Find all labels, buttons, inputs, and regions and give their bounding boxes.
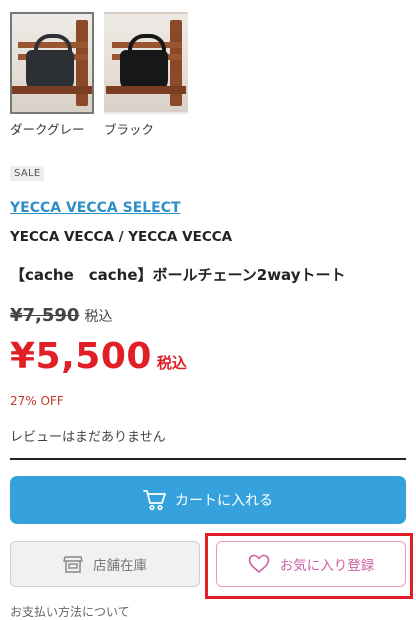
sale-badge: SALE bbox=[10, 166, 45, 181]
sale-price-value: ¥5,500 bbox=[10, 336, 152, 377]
swatch-dark-gray-label: ダークグレー bbox=[10, 122, 85, 137]
payment-info-link[interactable]: お支払い方法について bbox=[10, 603, 130, 620]
swatch-black[interactable]: ブラック bbox=[104, 12, 188, 138]
add-to-favorites-button[interactable]: お気に入り登録 bbox=[216, 541, 406, 587]
discount-label: 27% OFF bbox=[10, 394, 64, 408]
sale-price: ¥5,500 税込 bbox=[10, 336, 187, 377]
add-to-cart-label: カートに入れる bbox=[175, 493, 273, 509]
store-icon bbox=[63, 556, 83, 573]
color-swatches: ダークグレー ブラック bbox=[10, 12, 188, 138]
brand-link[interactable]: YECCA VECCA SELECT bbox=[10, 200, 181, 216]
sale-price-tax: 税込 bbox=[156, 354, 187, 372]
original-price-value: ¥7,590 bbox=[10, 305, 80, 326]
original-price: ¥7,590 税込 bbox=[10, 305, 112, 326]
swatch-dark-gray-image bbox=[10, 12, 94, 114]
original-price-tax: 税込 bbox=[84, 309, 113, 325]
store-stock-button[interactable]: 店舗在庫 bbox=[10, 541, 200, 587]
cart-icon bbox=[143, 490, 166, 511]
store-stock-label: 店舗在庫 bbox=[93, 558, 147, 574]
swatch-dark-gray[interactable]: ダークグレー bbox=[10, 12, 94, 138]
reviews-status: レビューはまだありません bbox=[10, 430, 166, 445]
swatch-black-label: ブラック bbox=[104, 122, 155, 137]
add-to-cart-button[interactable]: カートに入れる bbox=[10, 476, 406, 524]
add-to-favorites-label: お気に入り登録 bbox=[279, 558, 375, 574]
divider bbox=[10, 458, 406, 460]
swatch-black-image bbox=[104, 12, 188, 114]
product-title: 【cache cache】ボールチェーン2wayトート bbox=[10, 266, 346, 284]
brand-name: YECCA VECCA / YECCA VECCA bbox=[10, 229, 233, 245]
heart-icon bbox=[248, 554, 270, 573]
